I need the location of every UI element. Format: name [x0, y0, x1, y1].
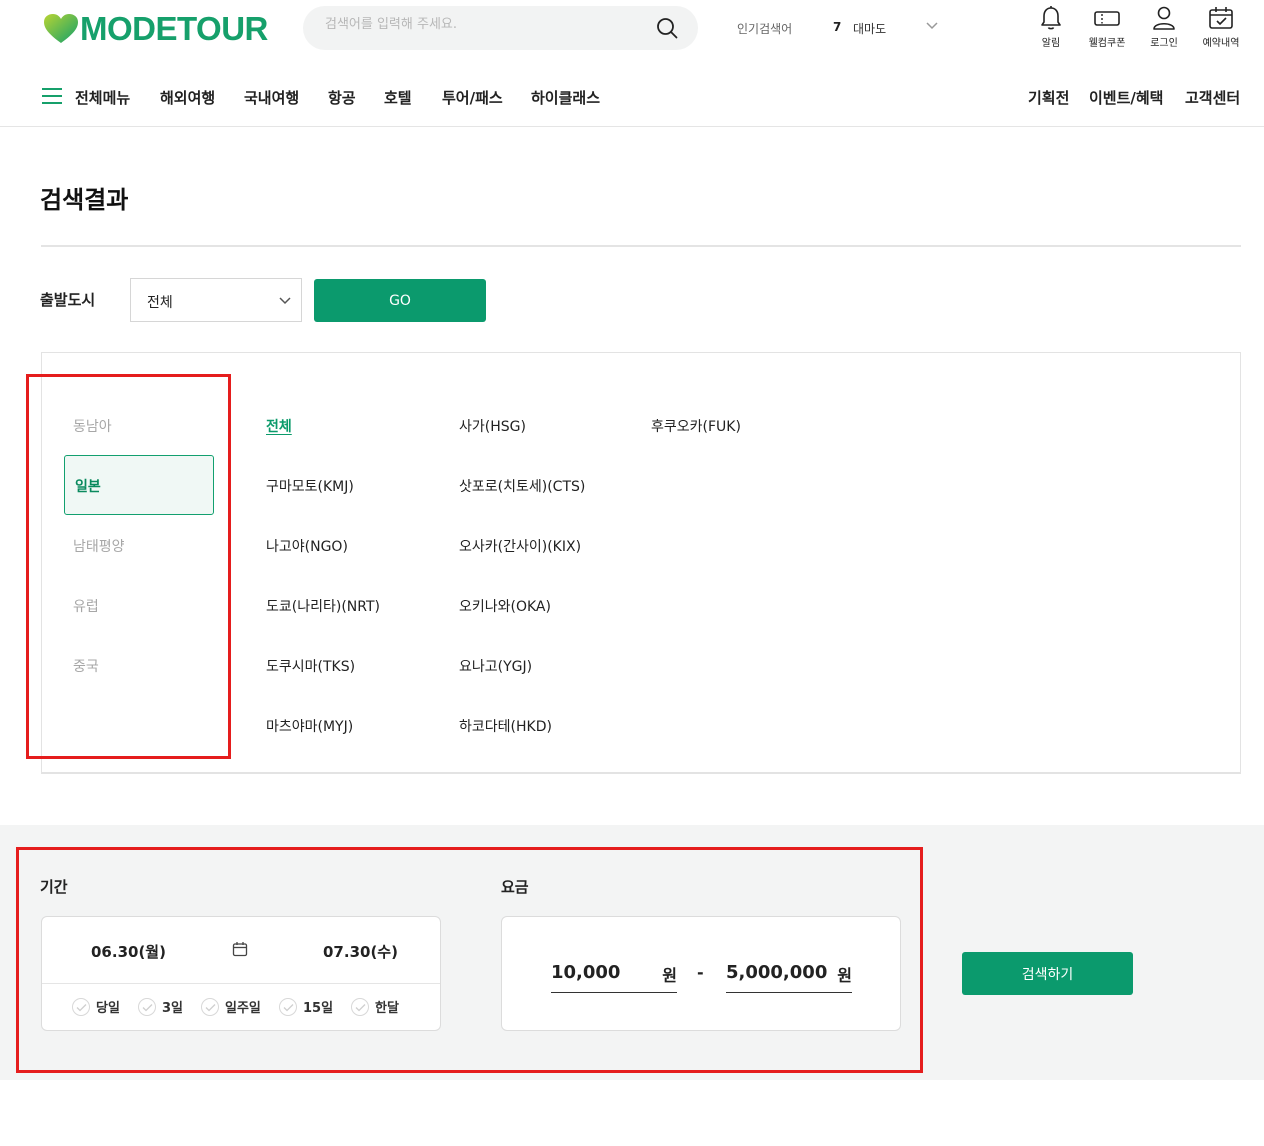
- welcome-coupon-label: 웰컴쿠폰: [1088, 38, 1126, 49]
- coupon-icon: [1094, 11, 1120, 26]
- price-box: 10,000 원 - 5,000,000 원: [501, 916, 901, 1031]
- price-range-dash: -: [697, 963, 704, 982]
- alarm-label: 알림: [1041, 38, 1061, 49]
- nav-events-benefits[interactable]: 이벤트/혜택: [1089, 87, 1163, 108]
- heart-logo-icon: [44, 14, 78, 43]
- login-label: 로그인: [1150, 38, 1178, 49]
- welcome-coupon-button[interactable]: 웰컴쿠폰: [1082, 5, 1132, 49]
- reservation-history-label: 예약내역: [1202, 38, 1240, 49]
- region-city-panel: [41, 352, 1241, 774]
- popular-search-rank: 7: [833, 20, 842, 34]
- city-item-osaka[interactable]: 오사카(간사이)(KIX): [459, 536, 581, 556]
- popular-search-label: 인기검색어: [737, 22, 793, 36]
- region-item-label: 일본: [75, 479, 101, 495]
- period-chip-label: 3일: [162, 1001, 184, 1016]
- city-item-all[interactable]: 전체: [266, 416, 292, 436]
- nav-overseas-travel[interactable]: 해외여행: [160, 87, 215, 108]
- city-item-okinawa[interactable]: 오키나와(OKA): [459, 596, 551, 616]
- search-input[interactable]: [325, 17, 645, 32]
- period-chip-week[interactable]: 일주일: [201, 997, 261, 1016]
- price-min-value: 10,000: [551, 962, 621, 983]
- nav-hotel[interactable]: 호텔: [384, 87, 412, 108]
- city-item-tokushima[interactable]: 도쿠시마(TKS): [266, 656, 355, 676]
- region-item-europe[interactable]: 유럽: [73, 596, 99, 616]
- period-label: 기간: [40, 878, 68, 896]
- nav-exhibitions[interactable]: 기획전: [1028, 87, 1069, 108]
- city-item-saga[interactable]: 사가(HSG): [459, 416, 526, 436]
- reservation-history-button[interactable]: 예약내역: [1196, 5, 1246, 49]
- city-item-nagoya[interactable]: 나고야(NGO): [266, 536, 348, 556]
- logo-text: MODETOUR: [80, 10, 268, 47]
- logo[interactable]: MODETOUR: [44, 10, 268, 48]
- departure-city-label: 출발도시: [40, 291, 96, 309]
- period-chip-15days[interactable]: 15일: [279, 997, 333, 1016]
- search-button[interactable]: 검색하기: [962, 952, 1133, 995]
- city-item-matsuyama[interactable]: 마츠야마(MYJ): [266, 716, 353, 736]
- search-box[interactable]: [303, 6, 698, 50]
- city-item-fukuoka[interactable]: 후쿠오카(FUK): [651, 416, 741, 436]
- region-item-south-pacific[interactable]: 남태평양: [73, 536, 125, 556]
- user-icon: [1153, 6, 1175, 30]
- city-item-tokyo-narita[interactable]: 도쿄(나리타)(NRT): [266, 596, 380, 616]
- city-item-kumamoto[interactable]: 구마모토(KMJ): [266, 476, 354, 496]
- calendar-icon[interactable]: [232, 941, 248, 957]
- start-date[interactable]: 06.30(월): [91, 941, 166, 962]
- nav-domestic-travel[interactable]: 국내여행: [244, 87, 299, 108]
- nav-air[interactable]: 항공: [328, 87, 356, 108]
- price-max-field[interactable]: 5,000,000 원: [726, 959, 852, 993]
- check-circle-icon: [201, 997, 219, 1016]
- title-divider: [41, 245, 1241, 247]
- city-item-hakodate[interactable]: 하코다테(HKD): [459, 716, 552, 736]
- bell-icon: [1041, 6, 1061, 30]
- period-box: 06.30(월) 07.30(수) 당일 3일 일주일 15일 한달: [41, 916, 441, 1031]
- nav-all-menu[interactable]: 전체메뉴: [75, 87, 130, 108]
- period-chip-month[interactable]: 한달: [351, 997, 399, 1016]
- end-date[interactable]: 07.30(수): [323, 941, 398, 962]
- period-chip-label: 15일: [303, 1001, 334, 1016]
- period-chip-label: 한달: [375, 1001, 399, 1016]
- check-circle-icon: [138, 997, 156, 1016]
- city-item-sapporo[interactable]: 삿포로(치토세)(CTS): [459, 476, 585, 496]
- chevron-down-icon[interactable]: [925, 21, 939, 31]
- price-max-value: 5,000,000: [726, 962, 828, 983]
- city-item-yonago[interactable]: 요나고(YGJ): [459, 656, 532, 676]
- period-chip-label: 일주일: [225, 1001, 261, 1016]
- main-nav: 전체메뉴 해외여행 국내여행 항공 호텔 투어/패스 하이클래스 기획전 이벤트…: [0, 72, 1264, 127]
- price-min-field[interactable]: 10,000 원: [551, 959, 677, 993]
- search-icon[interactable]: [656, 17, 678, 39]
- check-circle-icon: [72, 997, 90, 1016]
- region-item-southeast-asia[interactable]: 동남아: [73, 416, 112, 436]
- check-circle-icon: [351, 997, 369, 1016]
- period-chip-label: 당일: [96, 1001, 120, 1016]
- login-button[interactable]: 로그인: [1139, 5, 1189, 49]
- period-chip-3days[interactable]: 3일: [138, 997, 183, 1016]
- price-label: 요금: [501, 878, 529, 896]
- period-chip-same-day[interactable]: 당일: [72, 997, 120, 1016]
- calendar-check-icon: [1209, 7, 1233, 29]
- nav-customer-center[interactable]: 고객센터: [1185, 87, 1240, 108]
- nav-high-class[interactable]: 하이클래스: [531, 87, 600, 108]
- region-item-china[interactable]: 중국: [73, 656, 99, 676]
- departure-city-value: 전체: [147, 295, 173, 311]
- popular-search-keyword[interactable]: 대마도: [853, 20, 886, 37]
- departure-city-select[interactable]: 전체: [130, 278, 302, 322]
- chevron-down-icon: [279, 297, 291, 305]
- price-max-unit: 원: [837, 966, 852, 985]
- hamburger-menu-icon[interactable]: [42, 88, 62, 104]
- page-title: 검색결과: [40, 186, 129, 214]
- period-divider: [42, 983, 440, 984]
- nav-tour-pass[interactable]: 투어/패스: [442, 87, 503, 108]
- price-min-unit: 원: [662, 966, 677, 985]
- check-circle-icon: [279, 997, 297, 1016]
- region-item-japan[interactable]: 일본: [64, 455, 214, 515]
- alarm-button[interactable]: 알림: [1026, 5, 1076, 49]
- go-button[interactable]: GO: [314, 279, 486, 322]
